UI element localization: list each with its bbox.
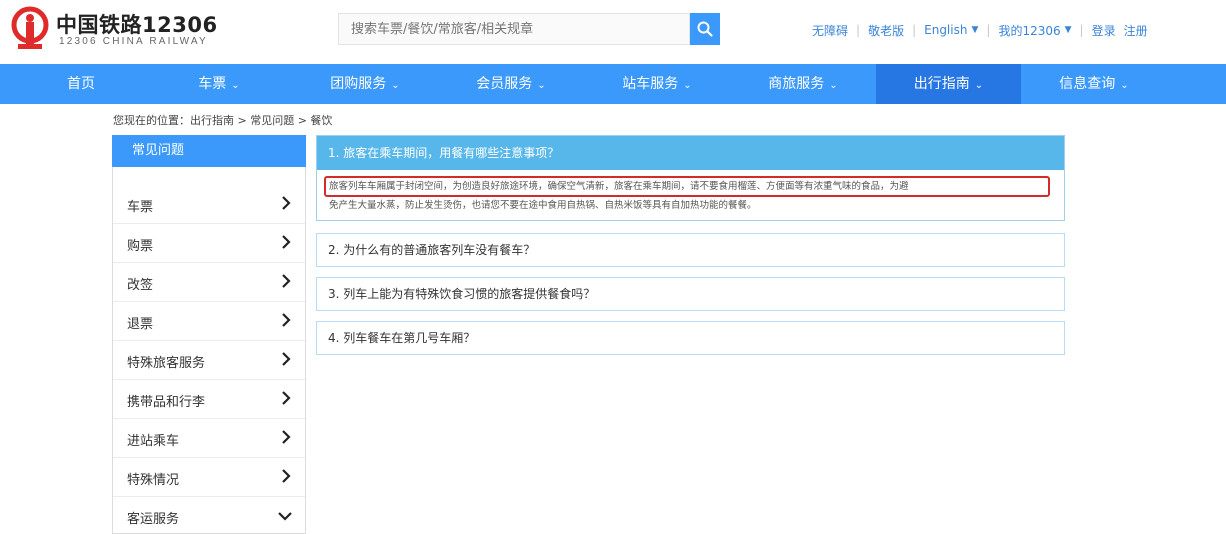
chevron-down-icon: ⌄ [829, 80, 838, 91]
chevron-down-icon: ⌄ [683, 80, 692, 91]
search-icon [697, 21, 713, 37]
main-nav: 首页 车票 ⌄ 团购服务 ⌄ 会员服务 ⌄ 站车服务 ⌄ 商旅服务 ⌄ 出行指南 ⌄ 信息查… [0, 64, 1226, 104]
nav-label: 商旅服务 [768, 76, 825, 92]
header: 中国铁路12306 12306 CHINA RAILWAY 无障碍 | 敬老版 … [0, 0, 1226, 64]
sidebar-item-label: 购票 [127, 239, 154, 254]
nav-label: 团购服务 [330, 76, 387, 92]
chevron-down-icon: ⌄ [231, 80, 240, 91]
railway-logo-icon [11, 6, 49, 49]
search-input[interactable] [338, 13, 690, 45]
sidebar-item-label: 特殊旅客服务 [127, 356, 206, 371]
chevron-down-icon: ▼ [1064, 25, 1072, 35]
chevron-right-icon [282, 352, 291, 366]
nav-label: 车票 [198, 76, 227, 92]
faq-item-2[interactable]: 2. 为什么有的普通旅客列车没有餐车？ [316, 233, 1065, 267]
search-bar [338, 13, 720, 45]
sidebar-item-change[interactable]: 改签 [113, 263, 305, 302]
logo-title: 中国铁路12306 [56, 13, 218, 37]
chevron-right-icon [282, 274, 291, 288]
nav-label: 信息查询 [1059, 76, 1116, 92]
sidebar: 常见问题 车票 购票 改签 退票 特殊旅客服务 携带品和行李 进站乘车 特殊情况… [112, 135, 306, 534]
chevron-right-icon [282, 235, 291, 249]
sidebar-item-special-passenger[interactable]: 特殊旅客服务 [113, 341, 305, 380]
nav-item-tickets[interactable]: 车票 ⌄ [146, 64, 292, 104]
nav-label: 站车服务 [622, 76, 679, 92]
nav-item-info-query[interactable]: 信息查询 ⌄ [1021, 64, 1167, 104]
nav-item-home[interactable]: 首页 [0, 64, 162, 104]
nav-label: 出行指南 [913, 76, 970, 92]
sidebar-item-label: 进站乘车 [127, 434, 180, 449]
chevron-right-icon [282, 391, 291, 405]
chevron-right-icon [282, 469, 291, 483]
divider: | [1079, 23, 1084, 37]
nav-item-business-travel[interactable]: 商旅服务 ⌄ [730, 64, 876, 104]
chevron-down-icon: ⌄ [391, 80, 400, 91]
nav-item-member-service[interactable]: 会员服务 ⌄ [438, 64, 584, 104]
faq-question[interactable]: 3. 列车上能为有特殊饮食习惯的旅客提供餐食吗？ [317, 278, 1064, 310]
nav-item-travel-guide[interactable]: 出行指南 ⌄ [876, 64, 1021, 104]
faq-question[interactable]: 2. 为什么有的普通旅客列车没有餐车？ [317, 234, 1064, 266]
faq-question[interactable]: 1. 旅客在乘车期间，用餐有哪些注意事项？ [317, 136, 1064, 170]
faq-item-3[interactable]: 3. 列车上能为有特殊饮食习惯的旅客提供餐食吗？ [316, 277, 1065, 311]
chevron-right-icon [282, 430, 291, 444]
search-button[interactable] [690, 13, 720, 45]
sidebar-item-boarding[interactable]: 进站乘车 [113, 419, 305, 458]
site-logo[interactable]: 中国铁路12306 12306 CHINA RAILWAY [10, 6, 230, 54]
sidebar-item-label: 改签 [127, 278, 154, 293]
elder-mode-link[interactable]: 敬老版 [868, 22, 904, 39]
faq-item-1: 1. 旅客在乘车期间，用餐有哪些注意事项？ 旅客列车车厢属于封闭空间，为创造良好… [316, 135, 1065, 221]
sidebar-item-purchase[interactable]: 购票 [113, 224, 305, 263]
chevron-down-icon [278, 512, 292, 521]
answer-line: 免产生大量水蒸，防止发生烫伤，也请您不要在途中食用自热锅、自热米饭等具有自加热功… [329, 200, 757, 211]
language-dropdown[interactable]: English [924, 23, 967, 37]
answer-line: 旅客列车车厢属于封闭空间，为创造良好旅途环境，确保空气清新，旅客在乘车期间，请不… [329, 181, 909, 192]
login-link[interactable]: 登录 [1092, 22, 1116, 39]
accessibility-link[interactable]: 无障碍 [812, 22, 848, 39]
nav-item-station-service[interactable]: 站车服务 ⌄ [584, 64, 730, 104]
my-12306-dropdown[interactable]: 我的12306 [998, 22, 1060, 39]
sidebar-title: 常见问题 [112, 135, 306, 167]
chevron-right-icon [282, 313, 291, 327]
chevron-down-icon: ⌄ [974, 80, 984, 91]
sidebar-item-label: 携带品和行李 [127, 395, 206, 410]
sidebar-item-refund[interactable]: 退票 [113, 302, 305, 341]
chevron-down-icon: ⌄ [537, 80, 546, 91]
divider: | [856, 23, 861, 37]
sidebar-item-label: 客运服务 [127, 512, 180, 527]
faq-item-4[interactable]: 4. 列车餐车在第几号车厢？ [316, 321, 1065, 355]
sidebar-item-label: 特殊情况 [127, 473, 180, 488]
logo-subtitle: 12306 CHINA RAILWAY [59, 36, 208, 47]
chevron-down-icon: ⌄ [1120, 80, 1129, 91]
nav-label: 首页 [67, 76, 95, 92]
divider: | [986, 23, 991, 37]
breadcrumb: 您现在的位置：出行指南 > 常见问题 > 餐饮 [113, 114, 333, 127]
register-link[interactable]: 注册 [1124, 22, 1148, 39]
nav-item-group-service[interactable]: 团购服务 ⌄ [292, 64, 438, 104]
divider: | [912, 23, 917, 37]
chevron-down-icon: ▼ [971, 25, 979, 35]
sidebar-item-luggage[interactable]: 携带品和行李 [113, 380, 305, 419]
top-links: 无障碍 | 敬老版 | English ▼ | 我的12306 ▼ | 登录 注册 [812, 21, 1148, 39]
sidebar-item-passenger-service[interactable]: 客运服务 [113, 497, 305, 534]
sidebar-item-label: 退票 [127, 317, 154, 332]
faq-answer: 旅客列车车厢属于封闭空间，为创造良好旅途环境，确保空气清新，旅客在乘车期间，请不… [317, 170, 1064, 220]
faq-question[interactable]: 4. 列车餐车在第几号车厢？ [317, 322, 1064, 354]
sidebar-item-special-situation[interactable]: 特殊情况 [113, 458, 305, 497]
chevron-right-icon [282, 196, 291, 210]
sidebar-item-label: 车票 [127, 200, 154, 215]
sidebar-item-tickets[interactable]: 车票 [113, 185, 305, 224]
nav-label: 会员服务 [476, 76, 533, 92]
